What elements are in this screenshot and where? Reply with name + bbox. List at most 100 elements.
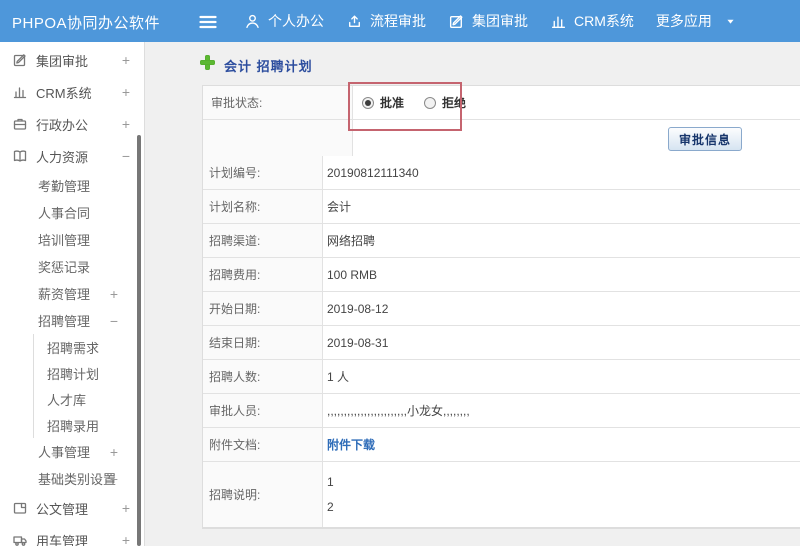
field-label: 招聘说明: <box>203 462 323 527</box>
sidebar-item-label: 公文管理 <box>36 501 89 517</box>
sidebar-item-reward-punishment[interactable]: 奖惩记录 <box>0 253 144 280</box>
sidebar-item-training-mgmt[interactable]: 培训管理 <box>0 226 144 253</box>
truck-icon <box>12 532 28 546</box>
field-value: 会计 <box>327 200 352 214</box>
sidebar-menu: 集团审批 + CRM系统 + 行政办公 + 人力资源 − 考勤管理人事合同 培训管理奖惩记录薪资管… <box>0 44 144 546</box>
sidebar-item-document-mgmt[interactable]: 公文管理 + <box>0 492 144 524</box>
field-label: 附件文档: <box>203 428 323 461</box>
sidebar-item-crm-system[interactable]: CRM系统 + <box>0 76 144 108</box>
sidebar-item-attendance-mgmt[interactable]: 考勤管理 <box>0 172 144 199</box>
table-row-plan-name: 计划名称: 会计 <box>203 190 800 224</box>
field-label: 结束日期: <box>203 326 323 359</box>
nav-item-group-approval[interactable]: 集团审批 <box>448 11 528 31</box>
expand-toggle-icon[interactable]: + <box>110 287 118 301</box>
sidebar-item-label: 人事管理 <box>38 445 91 460</box>
approval-info-button[interactable]: 审批信息 <box>668 127 742 151</box>
sidebar-item-basic-category-settings[interactable]: 基础类别设置 + <box>0 465 144 492</box>
nav-item-crm-system[interactable]: CRM系统 <box>550 11 634 31</box>
nav-item-label: 个人办公 <box>268 13 324 29</box>
field-value: 附件下载 <box>323 428 800 461</box>
menu-icon[interactable] <box>198 12 218 30</box>
approve-radio-label: 批准 <box>380 96 405 110</box>
expand-toggle-icon[interactable]: − <box>110 314 118 328</box>
sidebar-item-label: 集团审批 <box>36 53 89 69</box>
sidebar-item-label: 招聘管理 <box>38 314 91 329</box>
main-content: 会计 招聘计划 审批状态: 批准 拒绝 审批信息 计划编号: 20190812111… <box>146 42 800 546</box>
field-label: 计划编号: <box>203 156 323 189</box>
sidebar: 集团审批 + CRM系统 + 行政办公 + 人力资源 − 考勤管理人事合同 培训管理奖惩记录薪资管… <box>0 42 145 546</box>
app-window: PHPOA协同办公软件 个人办公 流程审批 集团审批 CRM系统 更多应用 集团审批 + C… <box>0 0 800 546</box>
edit-icon <box>12 52 28 68</box>
nav-item-label: 集团审批 <box>472 13 528 29</box>
empty-label-cell <box>203 120 353 156</box>
doc-icon <box>12 500 28 516</box>
expand-toggle-icon[interactable]: + <box>122 53 130 67</box>
sidebar-item-label: 考勤管理 <box>38 179 91 194</box>
field-value: 1 人 <box>327 370 350 384</box>
field-value: 100 RMB <box>327 267 378 282</box>
sidebar-item-label: CRM系统 <box>36 85 92 101</box>
nav-item-more-apps[interactable]: 更多应用 <box>656 11 736 31</box>
sidebar-item-recruit-plan[interactable]: 招聘计划 <box>33 360 144 386</box>
sidebar-item-group-approval[interactable]: 集团审批 + <box>0 44 144 76</box>
field-label: 计划名称: <box>203 190 323 223</box>
nav-item-personal-office[interactable]: 个人办公 <box>244 11 324 31</box>
expand-toggle-icon[interactable]: + <box>110 472 118 486</box>
sidebar-item-vehicle-mgmt[interactable]: 用车管理 + <box>0 524 144 546</box>
sidebar-item-label: 用车管理 <box>36 533 89 546</box>
field-value-line: 1 <box>327 474 334 489</box>
expand-toggle-icon[interactable]: + <box>110 445 118 459</box>
sidebar-item-label: 招聘需求 <box>47 340 100 356</box>
field-value: ,,,,,,,,,,,,,,,,,,,,,,,,小龙女,,,,,,,, <box>327 404 470 418</box>
book-icon <box>12 148 28 164</box>
user-icon <box>244 13 261 30</box>
caret-down-icon <box>725 16 736 27</box>
sidebar-item-personnel-mgmt[interactable]: 人事管理 + <box>0 438 144 465</box>
sidebar-item-recruit-hire[interactable]: 招聘录用 <box>33 412 144 438</box>
field-value: 网络招聘 <box>327 234 376 248</box>
chart-icon <box>12 84 28 100</box>
chart-icon <box>550 13 567 30</box>
sidebar-item-label: 奖惩记录 <box>38 260 91 275</box>
expand-toggle-icon[interactable]: − <box>122 149 130 163</box>
expand-toggle-icon[interactable]: + <box>122 501 130 515</box>
approve-radio-button[interactable] <box>362 96 374 109</box>
flow-icon <box>346 13 363 30</box>
reject-radio-option[interactable]: 拒绝 <box>424 94 466 111</box>
approval-radio-group: 批准 拒绝 <box>353 86 800 119</box>
reject-radio-label: 拒绝 <box>442 96 467 110</box>
sidebar-item-label: 人才库 <box>47 392 87 408</box>
sidebar-item-personnel-contract[interactable]: 人事合同 <box>0 199 144 226</box>
nav-item-process-approval[interactable]: 流程审批 <box>346 11 426 31</box>
sidebar-item-label: 薪资管理 <box>38 287 91 302</box>
sidebar-scrollbar[interactable] <box>137 135 141 546</box>
approval-status-row: 审批状态: 批准 拒绝 <box>203 86 800 120</box>
field-value: 20190812111340 <box>327 165 419 180</box>
expand-toggle-icon[interactable]: + <box>122 117 130 131</box>
field-label: 招聘人数: <box>203 360 323 393</box>
field-value: 2019-08-12 <box>327 301 389 316</box>
app-header: PHPOA协同办公软件 个人办公 流程审批 集团审批 CRM系统 更多应用 <box>0 0 800 42</box>
expand-toggle-icon[interactable]: + <box>122 85 130 99</box>
field-label: 招聘渠道: <box>203 224 323 257</box>
expand-toggle-icon[interactable]: + <box>122 533 130 546</box>
sidebar-item-human-resources[interactable]: 人力资源 − <box>0 140 144 172</box>
table-row-recruit-description: 招聘说明: 1 2 <box>203 462 800 528</box>
field-label: 审批人员: <box>203 394 323 427</box>
approve-radio-option[interactable]: 批准 <box>362 94 404 111</box>
table-row-recruit-channel: 招聘渠道: 网络招聘 <box>203 224 800 258</box>
attachment-download-link[interactable]: 附件下载 <box>327 436 375 453</box>
sidebar-item-label: 行政办公 <box>36 117 89 133</box>
table-row-start-date: 开始日期: 2019-08-12 <box>203 292 800 326</box>
sidebar-item-admin-office[interactable]: 行政办公 + <box>0 108 144 140</box>
field-label: 开始日期: <box>203 292 323 325</box>
sidebar-item-label: 招聘计划 <box>47 366 100 382</box>
edit-icon <box>448 13 465 30</box>
table-row-plan-number: 计划编号: 20190812111340 <box>203 156 800 190</box>
sidebar-item-salary-mgmt[interactable]: 薪资管理 + <box>0 280 144 307</box>
field-value-line: 2 <box>327 499 334 514</box>
sidebar-item-recruit-mgmt[interactable]: 招聘管理 − <box>0 307 144 334</box>
sidebar-item-talent-pool[interactable]: 人才库 <box>33 386 144 412</box>
reject-radio-button[interactable] <box>424 96 437 109</box>
sidebar-item-recruit-demand[interactable]: 招聘需求 <box>33 334 144 360</box>
